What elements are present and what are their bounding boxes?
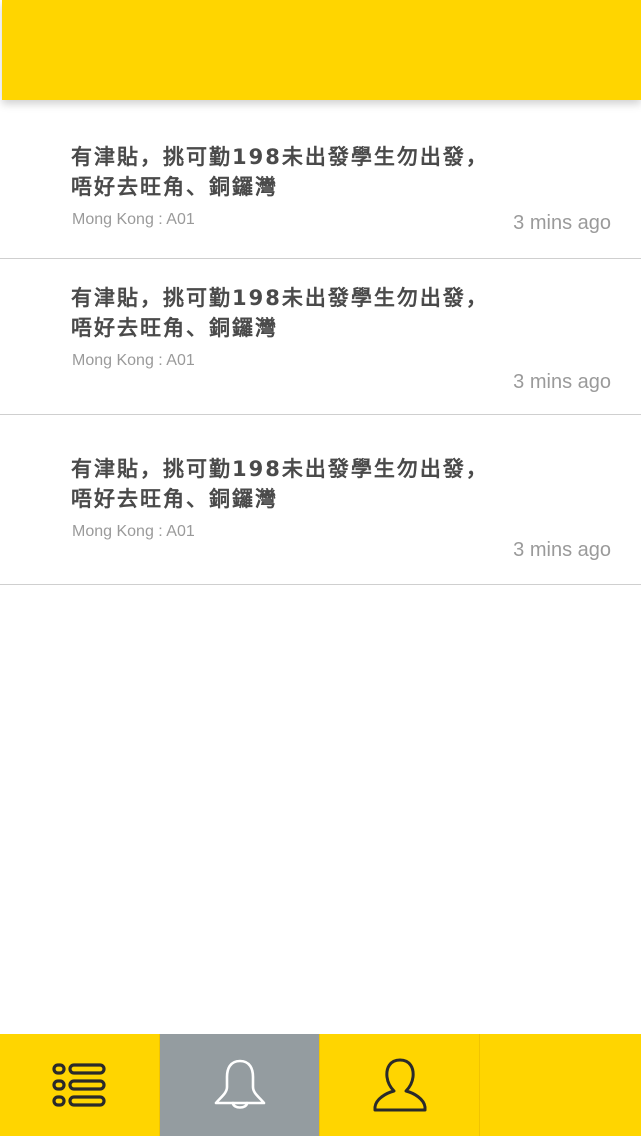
tab-list[interactable] [0,1034,160,1136]
list-icon [51,1063,106,1107]
user-icon [373,1058,426,1112]
notification-time: 3 mins ago [513,539,611,561]
notification-item[interactable]: 有津貼，挑可勤198未出發學生勿出發， 唔好去旺角、銅鑼灣 Mong Kong … [0,415,641,585]
tab-empty[interactable] [480,1034,641,1136]
top-header-bar [2,0,641,100]
notification-location: Mong Kong : A01 [72,352,195,369]
bottom-tab-bar [0,1034,641,1136]
notification-time: 3 mins ago [513,371,611,393]
notification-time: 3 mins ago [513,212,611,234]
notification-location: Mong Kong : A01 [72,211,195,228]
bell-icon [214,1059,265,1109]
notification-item[interactable]: 有津貼，挑可勤198未出發學生勿出發， 唔好去旺角、銅鑼灣 Mong Kong … [0,100,641,259]
notifications-screen: 有津貼，挑可勤198未出發學生勿出發， 唔好去旺角、銅鑼灣 Mong Kong … [0,0,641,1136]
notification-title: 有津貼，挑可勤198未出發學生勿出發， 唔好去旺角、銅鑼灣 [71,454,511,514]
tab-profile[interactable] [320,1034,480,1136]
tab-notifications[interactable] [160,1034,320,1136]
notification-title-line2: 唔好去旺角、銅鑼灣 [71,487,278,511]
notification-title-line1: 有津貼，挑可勤198未出發學生勿出發， [71,457,489,481]
notification-title: 有津貼，挑可勤198未出發學生勿出發， 唔好去旺角、銅鑼灣 [71,283,511,343]
notification-title-line2: 唔好去旺角、銅鑼灣 [71,175,278,199]
notification-list: 有津貼，挑可勤198未出發學生勿出發， 唔好去旺角、銅鑼灣 Mong Kong … [0,100,641,585]
notification-title-line1: 有津貼，挑可勤198未出發學生勿出發， [71,145,489,169]
notification-title-line2: 唔好去旺角、銅鑼灣 [71,316,278,340]
notification-title-line1: 有津貼，挑可勤198未出發學生勿出發， [71,286,489,310]
notification-location: Mong Kong : A01 [72,523,195,540]
notification-title: 有津貼，挑可勤198未出發學生勿出發， 唔好去旺角、銅鑼灣 [71,142,511,202]
notification-item[interactable]: 有津貼，挑可勤198未出發學生勿出發， 唔好去旺角、銅鑼灣 Mong Kong … [0,259,641,415]
